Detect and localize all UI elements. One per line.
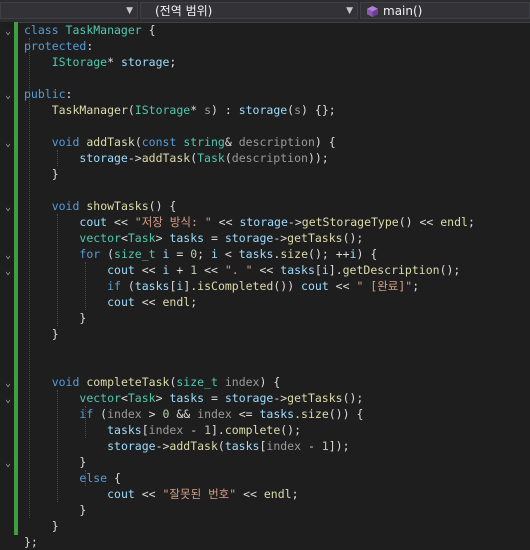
code-line: } xyxy=(24,311,87,325)
chevron-down-icon[interactable]: ▼ xyxy=(346,3,353,20)
code-line: void completeTask(size_t index) { xyxy=(51,375,281,389)
code-line: storage->addTask(Task(description)); xyxy=(79,151,329,165)
code-line: vector<Task> tasks = storage->getTasks()… xyxy=(79,231,364,245)
code-line: for (size_t i = 0; i < tasks.size(); ++i… xyxy=(79,247,378,261)
code-line: if (tasks[i].isCompleted()) cout << " [완… xyxy=(107,279,420,293)
scope-dropdown[interactable]: ▼ xyxy=(0,2,138,19)
collapse-icon[interactable]: ⌄ xyxy=(3,24,13,40)
code-line: cout << endl; xyxy=(107,295,198,309)
code-line: vector<Task> tasks = storage->getTasks()… xyxy=(79,391,364,405)
code-line: }; xyxy=(24,535,38,549)
code-line: void addTask(const string& description) … xyxy=(51,135,336,149)
code-line: } xyxy=(24,503,87,517)
change-tracking-bar xyxy=(14,22,18,535)
member-dropdown[interactable]: (전역 범위) ▼ xyxy=(140,2,358,19)
code-text[interactable]: class TaskManager { protected: IStorage*… xyxy=(24,22,475,549)
code-line: TaskManager(IStorage* s) : storage(s) {}… xyxy=(51,103,336,117)
navigation-bar: ▼ (전역 범위) ▼ main() xyxy=(0,0,530,23)
code-line: cout << i + 1 << ". " << tasks[i].getDes… xyxy=(107,263,461,277)
code-line: } xyxy=(24,167,59,181)
code-line: } xyxy=(24,327,59,341)
collapse-icon[interactable]: ⌄ xyxy=(3,136,13,152)
code-line: public: xyxy=(24,87,73,101)
collapse-icon[interactable]: ⌄ xyxy=(3,264,13,280)
collapse-icon[interactable]: ⌄ xyxy=(3,88,13,104)
code-editor[interactable]: ⌄ ⌄ ⌄ ⌄ ⌄ ⌄ ⌄ ⌄ ⌄ class TaskManager { pr… xyxy=(0,22,530,549)
code-line: if (index > 0 && index <= tasks.size()) … xyxy=(79,407,364,421)
code-line: tasks[index - 1].complete(); xyxy=(107,423,302,437)
code-line: } xyxy=(24,519,59,533)
code-line: cout << "저장 방식: " << storage->getStorage… xyxy=(79,215,475,229)
code-line: protected: xyxy=(24,39,94,53)
code-line: } xyxy=(24,455,87,469)
collapse-icon[interactable]: ⌄ xyxy=(3,376,13,392)
collapse-icon[interactable]: ⌄ xyxy=(3,200,13,216)
code-line: storage->addTask(tasks[index - 1]); xyxy=(107,439,350,453)
method-cube-icon xyxy=(367,6,378,17)
collapse-icon[interactable]: ⌄ xyxy=(3,456,13,472)
chevron-down-icon[interactable]: ▼ xyxy=(126,3,133,20)
code-line: class TaskManager { xyxy=(24,23,156,37)
member-dropdown-label: (전역 범위) xyxy=(155,4,213,18)
function-dropdown-label: main() xyxy=(383,4,423,18)
code-line: else { xyxy=(79,471,121,485)
code-line: cout << "잘못된 번호" << endl; xyxy=(107,487,299,501)
collapse-icon[interactable]: ⌄ xyxy=(3,392,13,408)
collapse-icon[interactable]: ⌄ xyxy=(3,248,13,264)
code-line: IStorage* storage; xyxy=(51,55,177,69)
function-dropdown[interactable]: main() xyxy=(360,2,530,19)
code-line: void showTasks() { xyxy=(51,199,177,213)
